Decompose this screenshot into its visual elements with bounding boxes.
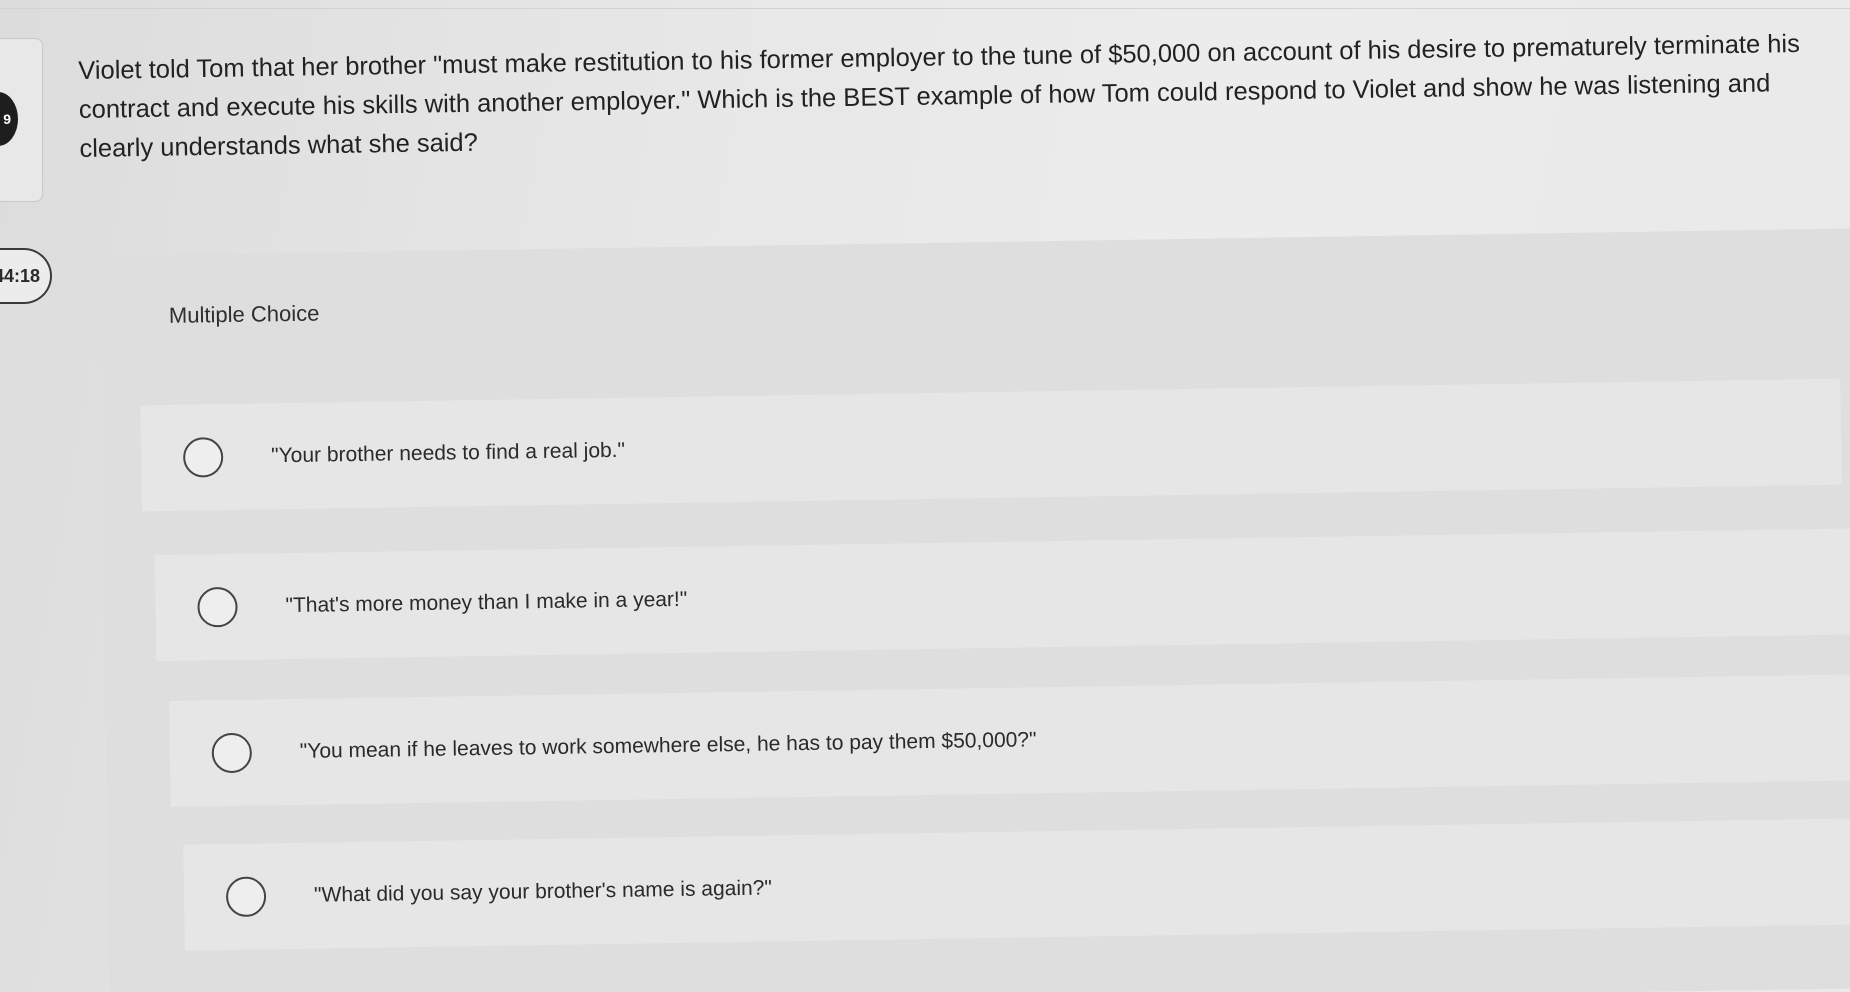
quiz-page: 9 44:18 Violet told Tom that her brother… xyxy=(0,0,1850,992)
choice-option-a[interactable]: "Your brother needs to find a real job." xyxy=(140,378,1842,512)
question-prompt: Violet told Tom that her brother "must m… xyxy=(78,29,1801,163)
choice-option-label: "You mean if he leaves to work somewhere… xyxy=(299,728,1037,763)
choice-option-d[interactable]: "What did you say your brother's name is… xyxy=(183,818,1850,951)
radio-button[interactable] xyxy=(211,732,253,774)
radio-button[interactable] xyxy=(225,876,267,918)
choice-option-label: "Your brother needs to find a real job." xyxy=(270,438,626,468)
radio-button[interactable] xyxy=(182,437,224,478)
choice-option-label: "What did you say your brother's name is… xyxy=(313,876,773,907)
choice-option-c[interactable]: "You mean if he leaves to work somewhere… xyxy=(168,674,1850,807)
choice-option-b[interactable]: "That's more money than I make in a year… xyxy=(154,528,1850,662)
timer-badge: 44:18 xyxy=(0,248,52,304)
multiple-choice-panel: Multiple Choice "Your brother needs to f… xyxy=(98,227,1850,992)
top-divider xyxy=(0,8,1850,9)
choice-option-label: "That's more money than I make in a year… xyxy=(285,587,688,618)
question-type-label: Multiple Choice xyxy=(168,300,320,328)
radio-button[interactable] xyxy=(197,586,238,628)
